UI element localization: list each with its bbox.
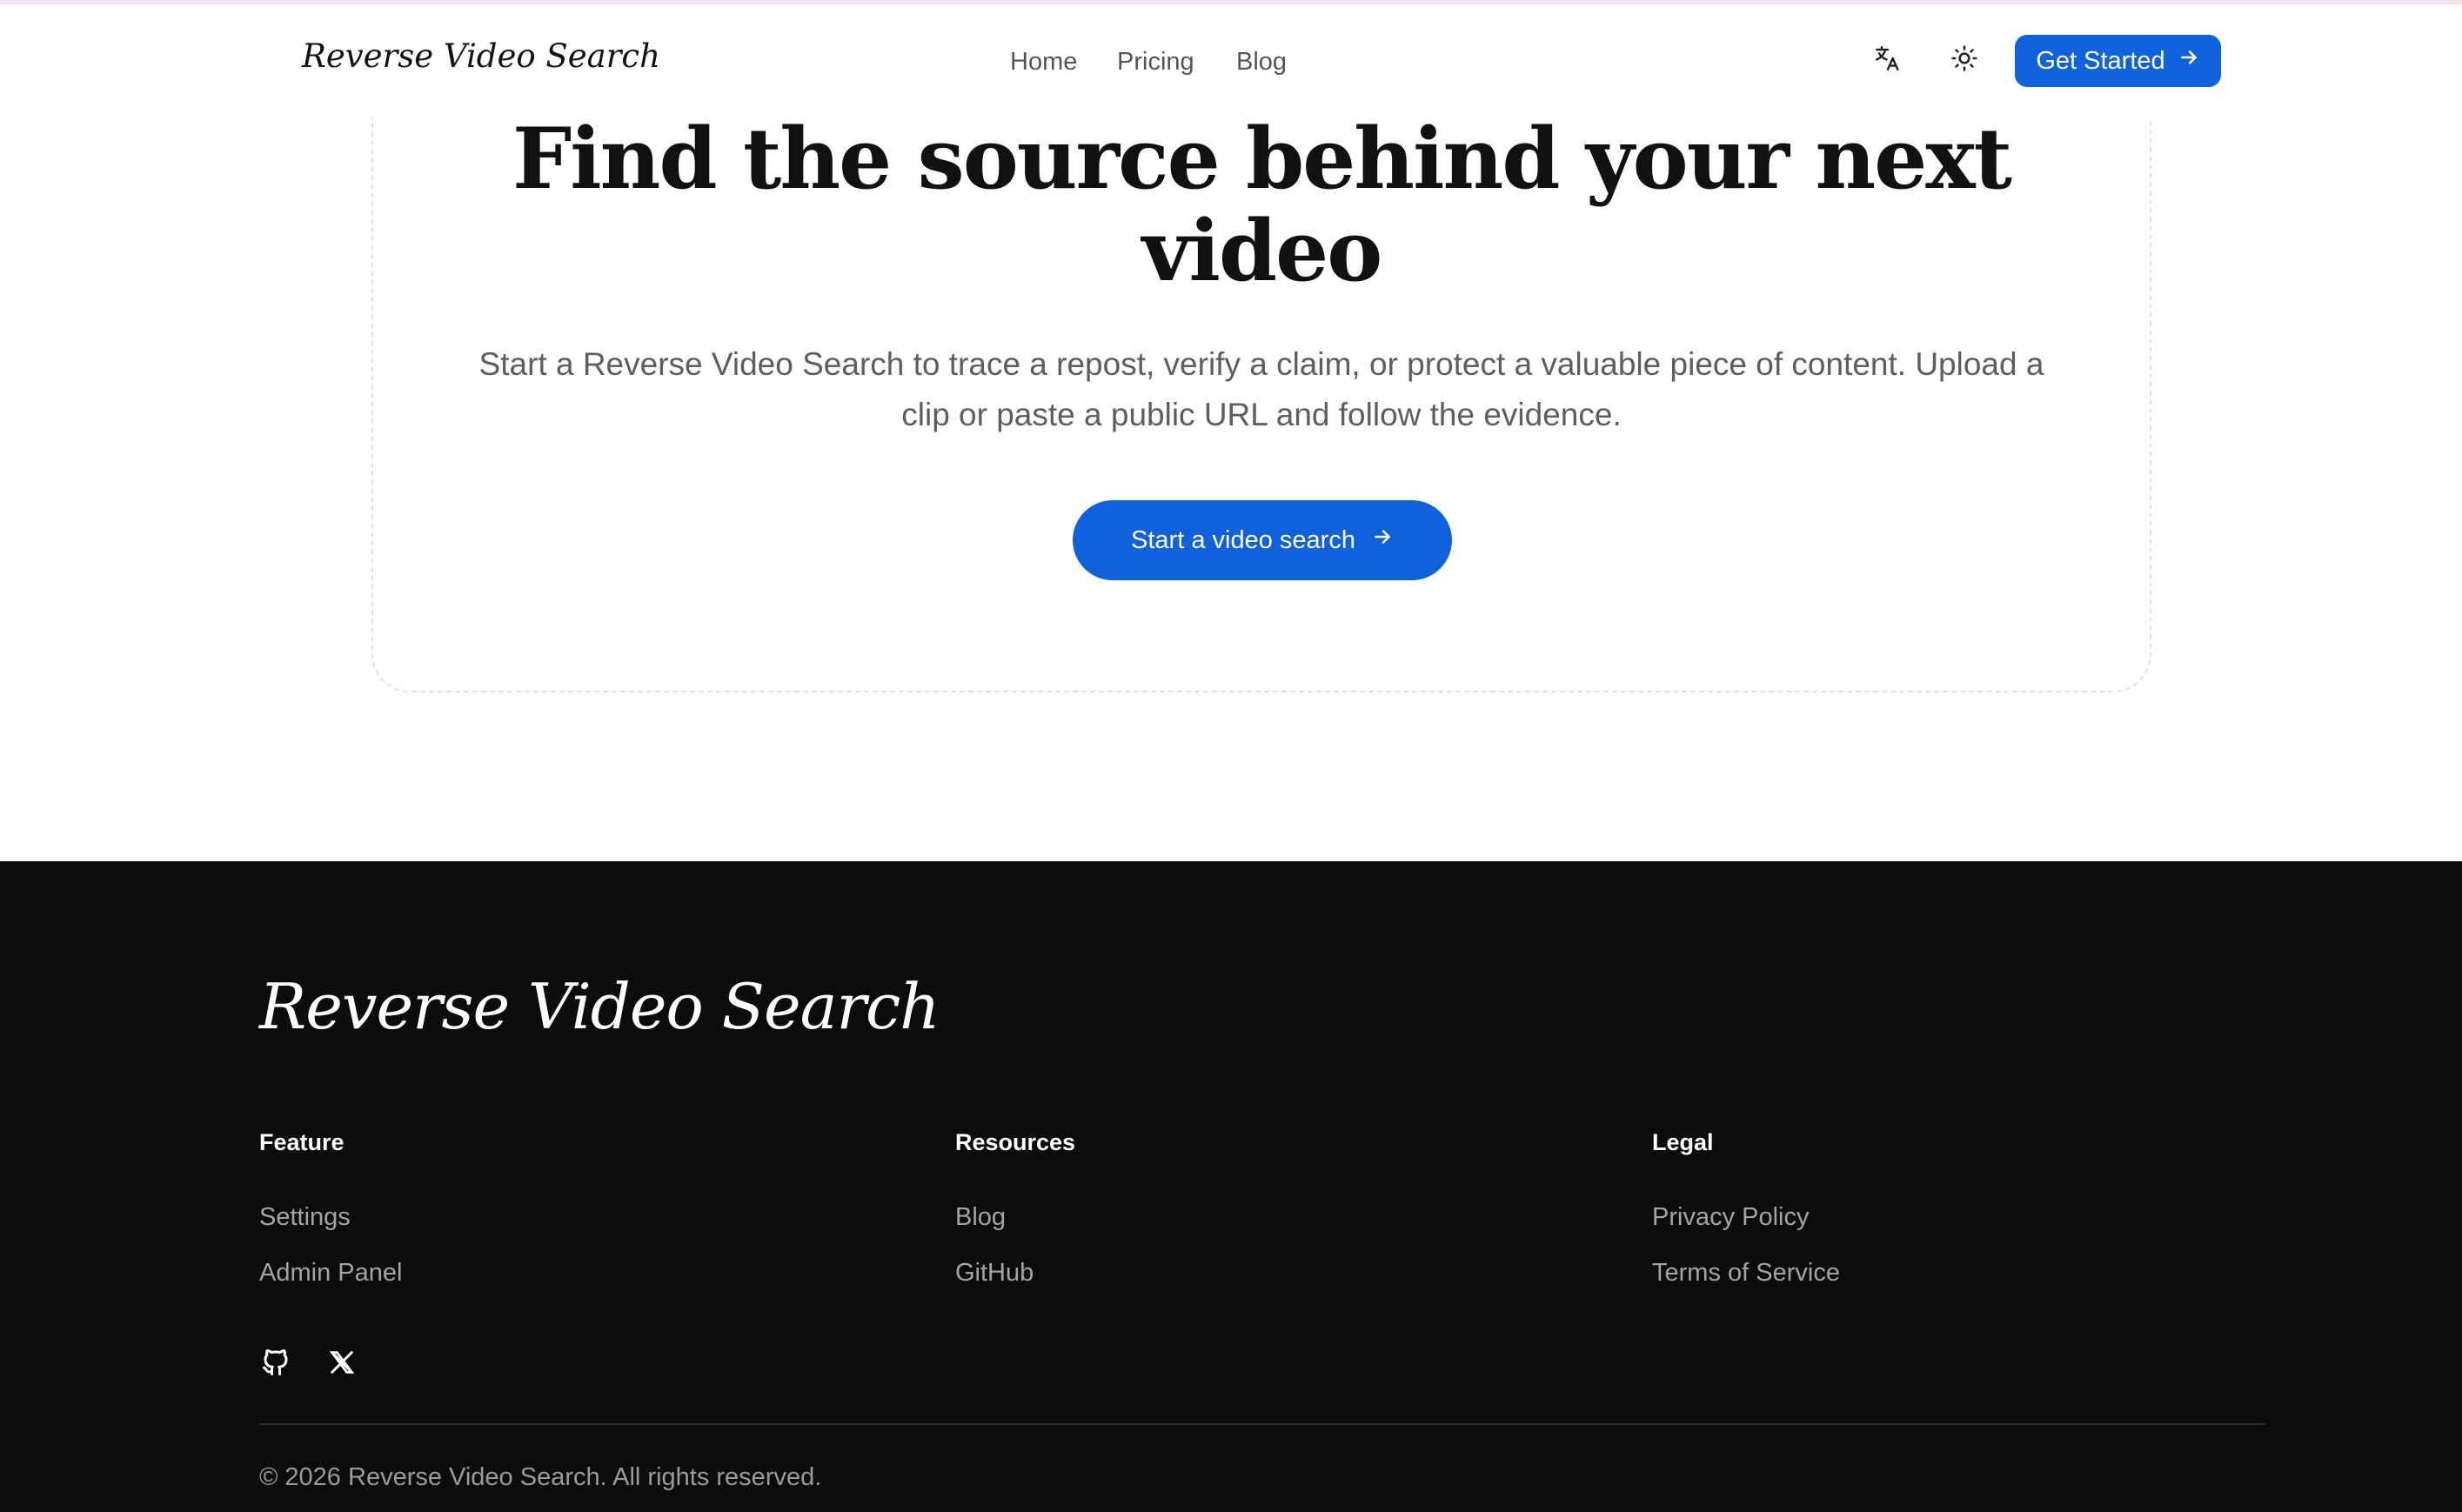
- theme-toggle-button[interactable]: [1945, 41, 1984, 79]
- arrow-right-icon: [1371, 525, 1394, 555]
- translate-icon: [1873, 43, 1903, 77]
- nav-home[interactable]: Home: [1010, 48, 1077, 77]
- arrow-right-icon: [2178, 46, 2200, 76]
- language-button[interactable]: [1869, 41, 1907, 79]
- footer-brand: Reverse Video Search: [259, 970, 940, 1043]
- footer-link-github[interactable]: GitHub: [955, 1259, 1034, 1288]
- hero-subtitle: Start a Reverse Video Search to trace a …: [478, 346, 2044, 432]
- footer-link-blog[interactable]: Blog: [955, 1203, 1006, 1232]
- footer-link-settings[interactable]: Settings: [259, 1203, 351, 1232]
- github-icon[interactable]: [258, 1345, 293, 1380]
- footer-column-feature-title: Feature: [259, 1129, 345, 1155]
- hero-title: Find the source behind your next video: [512, 110, 2012, 300]
- footer-divider: [259, 1423, 2265, 1425]
- nav-blog[interactable]: Blog: [1236, 48, 1287, 77]
- site-footer: Reverse Video Search Feature Settings Ad…: [0, 861, 2462, 1512]
- copyright-text: © 2026 Reverse Video Search. All rights …: [259, 1463, 822, 1491]
- brand-logo[interactable]: Reverse Video Search: [302, 37, 660, 75]
- footer-link-privacy-policy[interactable]: Privacy Policy: [1652, 1203, 1810, 1232]
- footer-column-resources-title: Resources: [955, 1129, 1076, 1155]
- site-header: Reverse Video Search Home Pricing Blog G…: [0, 4, 2462, 117]
- footer-link-admin-panel[interactable]: Admin Panel: [259, 1259, 402, 1288]
- x-icon[interactable]: [324, 1345, 359, 1380]
- footer-column-legal-title: Legal: [1652, 1129, 1714, 1155]
- footer-link-terms-of-service[interactable]: Terms of Service: [1652, 1259, 1840, 1288]
- start-video-search-button[interactable]: Start a video search: [1073, 500, 1452, 580]
- get-started-button[interactable]: Get Started: [2015, 35, 2221, 87]
- get-started-label: Get Started: [2036, 46, 2165, 75]
- sun-icon: [1950, 44, 1978, 77]
- nav-pricing[interactable]: Pricing: [1117, 48, 1194, 77]
- start-video-search-label: Start a video search: [1131, 525, 1355, 554]
